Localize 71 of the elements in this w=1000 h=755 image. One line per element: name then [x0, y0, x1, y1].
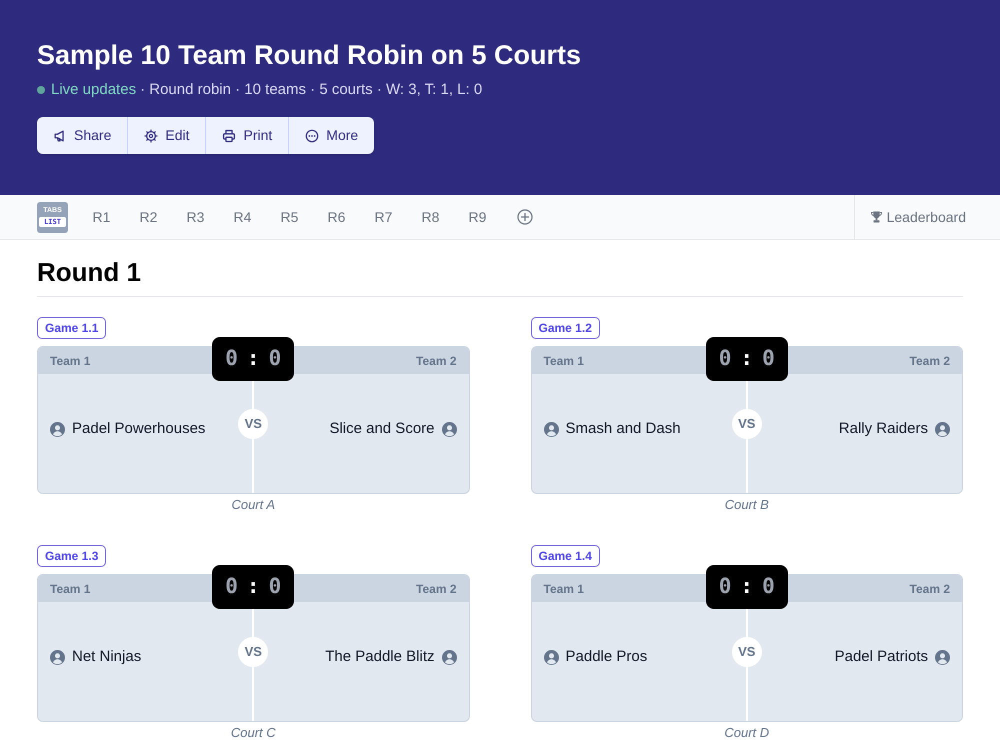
team-heading: Team 2 — [416, 352, 456, 370]
court-label: Court A — [231, 496, 276, 514]
gear-icon — [144, 128, 158, 142]
game-tag: Game 1.2 — [530, 317, 600, 339]
team-name: The Paddle Blitz — [325, 647, 434, 667]
score-separator: : — [740, 345, 754, 372]
team-name: Net Ninjas — [72, 647, 142, 667]
team-name: Padel Patriots — [834, 647, 928, 667]
score-separator: : — [246, 345, 260, 372]
add-circle-icon[interactable] — [516, 209, 532, 225]
team-name: Slice and Score — [329, 419, 434, 439]
team-name: Smash and Dash — [566, 419, 681, 439]
user-avatar-icon — [935, 422, 950, 436]
team-name: Paddle Pros — [566, 647, 648, 667]
round-heading: Round 1 — [37, 256, 142, 288]
page-title: Sample 10 Team Round Robin on 5 Courts — [37, 39, 582, 72]
user-avatar-icon — [442, 650, 456, 664]
score-value: 0 — [718, 345, 732, 372]
leaderboard-button[interactable]: Leaderboard — [854, 195, 1000, 239]
vs-marker: VS — [238, 409, 268, 439]
team-heading: Team 2 — [910, 352, 950, 370]
round-tab[interactable]: R8 — [407, 195, 454, 239]
printer-icon — [222, 128, 236, 142]
action-button[interactable]: Print — [205, 117, 288, 154]
score-separator: : — [246, 573, 260, 600]
game-tag: Game 1.3 — [37, 545, 106, 567]
score-value: 0 — [762, 345, 775, 372]
trophy-icon — [870, 211, 882, 223]
score-value: 0 — [762, 573, 775, 600]
vs-marker: VS — [732, 409, 762, 439]
team-heading: Team 1 — [544, 580, 584, 598]
score-value: 0 — [225, 345, 238, 372]
court-label: Court B — [724, 496, 769, 514]
team-heading: Team 2 — [416, 580, 456, 598]
team-heading: Team 1 — [50, 352, 90, 370]
round-tab[interactable]: R1 — [78, 195, 125, 239]
round-tab[interactable]: R3 — [172, 195, 219, 239]
user-avatar-icon — [50, 650, 65, 664]
score-value: 0 — [268, 345, 282, 372]
team-heading: Team 2 — [910, 580, 950, 598]
court-label: Court D — [724, 724, 770, 742]
tournament-summary: · Round robin · 10 teams · 5 courts · W: 3, T: 1, L: 0 — [140, 80, 482, 100]
score-value: 0 — [225, 573, 238, 600]
user-avatar-icon — [544, 422, 558, 436]
user-avatar-icon — [935, 650, 950, 664]
round-tab[interactable]: R4 — [219, 195, 266, 239]
team-name: Rally Raiders — [838, 419, 928, 439]
action-button[interactable]: Share — [37, 117, 128, 154]
vs-marker: VS — [238, 637, 268, 667]
user-avatar-icon — [442, 422, 456, 436]
team-name: Padel Powerhouses — [72, 419, 206, 439]
score-value: 0 — [718, 573, 732, 600]
game-tag: Game 1.1 — [37, 317, 106, 339]
team-heading: Team 1 — [50, 580, 90, 598]
score-value: 0 — [268, 573, 282, 600]
user-avatar-icon — [50, 422, 65, 436]
round-tab[interactable]: R9 — [454, 195, 501, 239]
game-tag: Game 1.4 — [530, 545, 600, 567]
live-updates-link[interactable]: Live updates — [51, 78, 136, 102]
score-separator: : — [740, 573, 754, 600]
court-label: Court C — [230, 724, 276, 742]
team-heading: Team 1 — [544, 352, 584, 370]
action-button[interactable]: More — [288, 117, 374, 154]
vs-marker: VS — [732, 637, 762, 667]
round-tab[interactable]: R7 — [360, 195, 407, 239]
action-button[interactable]: Edit — [127, 117, 206, 154]
ellipsis-circle-icon — [305, 128, 320, 142]
round-tab[interactable]: R6 — [313, 195, 360, 239]
round-tab[interactable]: R2 — [125, 195, 172, 239]
user-avatar-icon — [544, 650, 558, 664]
round-tab[interactable]: R5 — [266, 195, 313, 239]
